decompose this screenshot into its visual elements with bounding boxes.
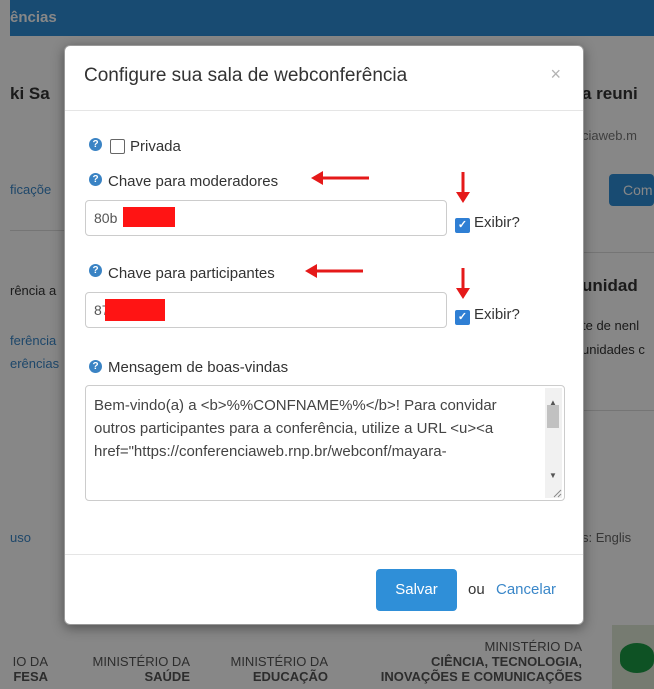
redaction-block: [123, 207, 175, 227]
private-checkbox[interactable]: [110, 139, 125, 154]
textarea-scrollbar[interactable]: ▲ ▼: [545, 388, 562, 498]
annotation-arrow-down-icon: [456, 172, 470, 203]
moderator-key-value: 80b: [94, 210, 118, 226]
show-participant-key-label: Exibir?: [474, 306, 520, 323]
save-button[interactable]: Salvar: [376, 569, 457, 611]
help-icon[interactable]: ?: [89, 264, 102, 277]
close-icon[interactable]: ×: [550, 64, 561, 85]
welcome-message-textarea[interactable]: Bem-vindo(a) a <b>%%CONFNAME%%</b>! Para…: [85, 385, 565, 501]
annotation-arrow-down-icon: [456, 268, 470, 299]
cancel-link[interactable]: Cancelar: [496, 581, 556, 598]
show-moderator-key-checkbox[interactable]: ✓: [455, 218, 470, 233]
show-moderator-key-label: Exibir?: [474, 214, 520, 231]
help-icon[interactable]: ?: [89, 173, 102, 186]
modal-footer: Salvar ou Cancelar: [65, 554, 583, 625]
moderator-key-label: Chave para moderadores: [108, 173, 279, 190]
scroll-down-icon[interactable]: ▼: [549, 464, 557, 487]
modal-header: Configure sua sala de webconferência ×: [65, 46, 583, 111]
or-text: ou: [468, 581, 485, 598]
show-participant-key-checkbox[interactable]: ✓: [455, 310, 470, 325]
welcome-message-text: Bem-vindo(a) a <b>%%CONFNAME%%</b>! Para…: [94, 397, 497, 460]
annotation-arrow-left-icon: [311, 171, 369, 185]
redaction-block: [105, 299, 165, 321]
private-label: Privada: [130, 138, 181, 155]
welcome-message-label: Mensagem de boas-vindas: [108, 359, 289, 376]
annotation-arrow-left-icon: [305, 264, 363, 278]
modal-title: Configure sua sala de webconferência: [84, 65, 408, 86]
participant-key-label: Chave para participantes: [108, 265, 275, 282]
scrollbar-thumb[interactable]: [547, 405, 559, 428]
configure-room-modal: Configure sua sala de webconferência × ?…: [64, 45, 584, 625]
help-icon[interactable]: ?: [89, 138, 102, 151]
resize-handle-icon[interactable]: [553, 489, 562, 498]
help-icon[interactable]: ?: [89, 360, 102, 373]
